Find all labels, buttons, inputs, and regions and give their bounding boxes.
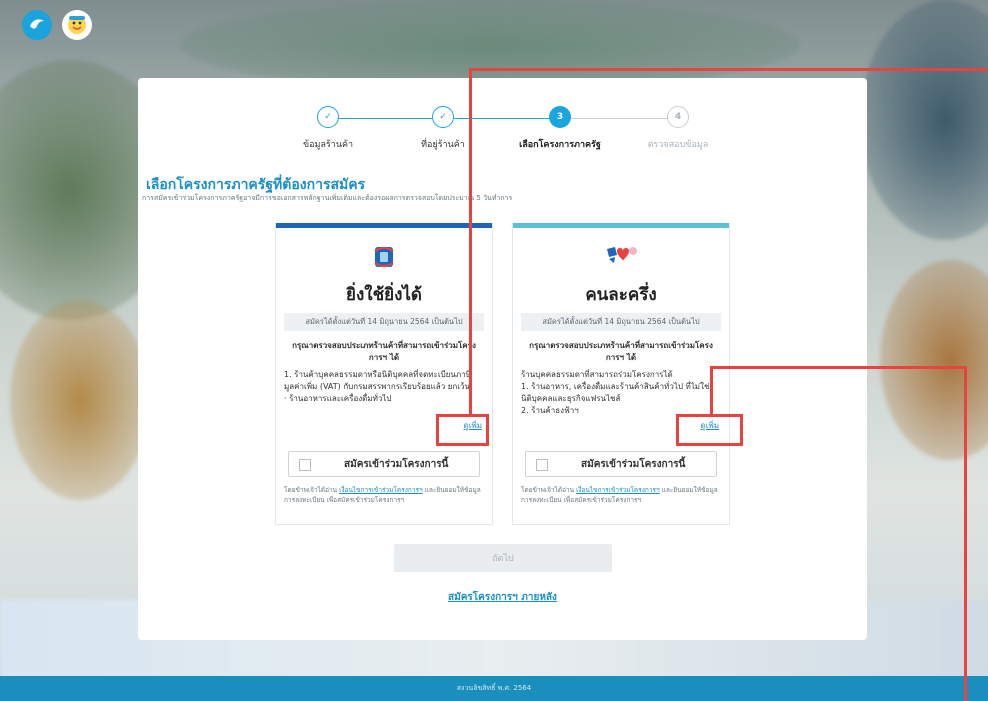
highlight-line <box>710 366 713 414</box>
step-label: ข้อมูลร้านค้า <box>302 140 354 150</box>
background-blur <box>860 0 988 240</box>
program-check: กรุณาตรวจสอบประเภทร้านค้าที่สามารถเข้าร่… <box>529 341 713 362</box>
program-card-khonlakhrueng: คนละครึ่ง สมัครได้ตั้งแต่วันที่ 14 มิถุน… <box>512 223 730 525</box>
step-label: ตรวจสอบข้อมูล <box>647 140 709 150</box>
program-name: คนละครึ่ง <box>585 285 657 305</box>
background-blur <box>10 300 150 500</box>
program-logo-icon <box>607 247 637 263</box>
registration-card: ✓ ข้อมูลร้านค้า ✓ ที่อยู่ร้านค้า 3 เลือก… <box>138 78 867 640</box>
program-date: สมัครได้ตั้งแต่วันที่ 14 มิถุนายน 2564 เ… <box>284 313 484 331</box>
checkbox[interactable] <box>536 459 548 471</box>
program-card-yingchai: ยิ่งใช้ยิ่งได้ สมัครได้ตั้งแต่วันที่ 14 … <box>275 223 493 525</box>
highlight-line <box>710 366 967 369</box>
step-shop-info: ✓ ข้อมูลร้านค้า <box>273 106 383 151</box>
terms-link[interactable]: เงื่อนไขการเข้าร่วมโครงการฯ <box>339 486 423 494</box>
apply-checkbox-row[interactable]: สมัครเข้าร่วมโครงการนี้ <box>288 451 480 477</box>
program-name: ยิ่งใช้ยิ่งได้ <box>346 285 422 305</box>
highlight-line <box>964 366 967 701</box>
apply-later-link[interactable]: สมัครโครงการฯ ภายหลัง <box>138 590 867 605</box>
highlight-line <box>469 68 472 415</box>
step-number: 4 <box>667 106 689 128</box>
highlight-box <box>436 414 489 446</box>
card-accent-bar <box>513 223 729 228</box>
program-description: ร้านบุคคลธรรมดาที่สามารถร่วมโครงการได้ 1… <box>521 370 710 415</box>
program-description: 1. ร้านค้าบุคคลธรรมดาหรือนิติบุคคลที่จดท… <box>284 370 471 403</box>
background-blur <box>880 260 988 460</box>
background-blur <box>180 0 800 90</box>
step-label: ที่อยู่ร้านค้า <box>421 140 465 150</box>
step-number: 3 <box>549 106 571 128</box>
terms-link[interactable]: เงื่อนไขการเข้าร่วมโครงการฯ <box>576 486 660 494</box>
program-logo-icon <box>374 247 394 267</box>
step-label: เลือกโครงการภาครัฐ <box>519 140 601 150</box>
step-select-program: 3 เลือกโครงการภาครัฐ <box>505 106 615 151</box>
program-check: กรุณาตรวจสอบประเภทร้านค้าที่สามารถเข้าร่… <box>292 341 476 362</box>
consent-text: โดยข้าพเจ้าได้อ่าน เงื่อนไขการเข้าร่วมโค… <box>284 486 481 504</box>
check-icon: ✓ <box>317 106 339 128</box>
consent-text: โดยข้าพเจ้าได้อ่าน เงื่อนไขการเข้าร่วมโค… <box>521 486 718 504</box>
highlight-box <box>676 414 743 446</box>
checkbox[interactable] <box>299 459 311 471</box>
mascot-icon[interactable] <box>62 10 92 40</box>
copyright-footer: สงวนลิขสิทธิ์ พ.ศ. 2564 <box>0 676 988 701</box>
ktb-bird-icon[interactable] <box>22 10 52 40</box>
next-button[interactable]: ถัดไป <box>394 544 612 572</box>
step-shop-address: ✓ ที่อยู่ร้านค้า <box>388 106 498 151</box>
apply-label: สมัครเข้าร่วมโครงการนี้ <box>581 459 686 470</box>
highlight-line <box>469 68 988 71</box>
check-icon: ✓ <box>432 106 454 128</box>
page-subtitle: การสมัครเข้าร่วมโครงการภาครัฐอาจมีการขอเ… <box>142 194 513 202</box>
apply-label: สมัครเข้าร่วมโครงการนี้ <box>344 459 449 470</box>
program-date: สมัครได้ตั้งแต่วันที่ 14 มิถุนายน 2564 เ… <box>521 313 721 331</box>
card-accent-bar <box>276 223 492 228</box>
apply-checkbox-row[interactable]: สมัครเข้าร่วมโครงการนี้ <box>525 451 717 477</box>
step-verify: 4 ตรวจสอบข้อมูล <box>623 106 733 151</box>
